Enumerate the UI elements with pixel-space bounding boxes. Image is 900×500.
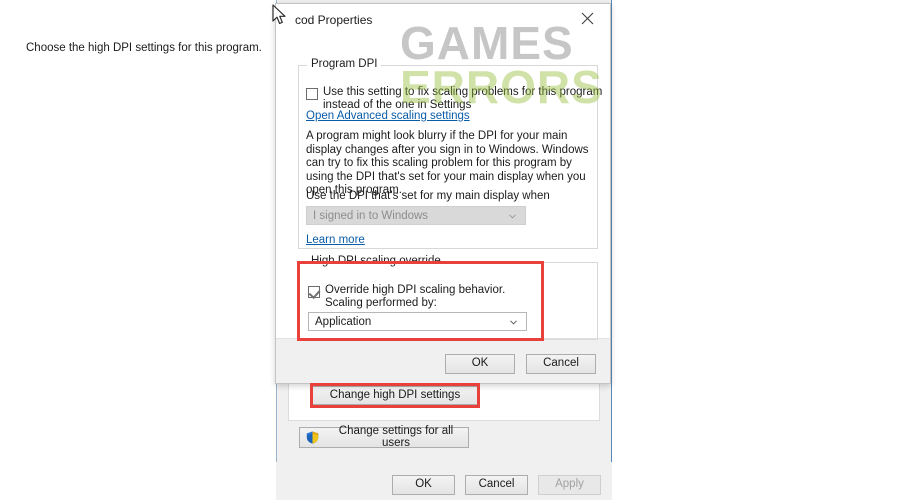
- scaling-performed-by-combo-value: Application: [315, 315, 372, 328]
- use-this-setting-label-line1: Use this setting to fix scaling problems…: [323, 86, 603, 98]
- change-high-dpi-settings-button[interactable]: Change high DPI settings: [312, 386, 478, 405]
- change-settings-for-all-users-label: Change settings for all users: [338, 425, 454, 449]
- background-apply-button: Apply: [538, 475, 601, 495]
- change-settings-for-all-users-button[interactable]: Change settings for all users: [299, 425, 469, 449]
- dialog-title: cod Properties: [295, 13, 373, 27]
- override-high-dpi-label: Override high DPI scaling behavior. Scal…: [325, 284, 505, 310]
- dialog-cancel-button[interactable]: Cancel: [526, 354, 596, 374]
- main-display-dpi-combo: I signed in to Windows: [306, 206, 526, 225]
- background-cancel-button[interactable]: Cancel: [465, 475, 528, 495]
- program-dpi-description: A program might look blurry if the DPI f…: [306, 130, 589, 196]
- chevron-down-icon: [510, 319, 517, 327]
- main-display-dpi-combo-value: I signed in to Windows: [313, 209, 429, 222]
- shield-icon: [306, 431, 319, 444]
- close-icon[interactable]: [565, 4, 610, 33]
- scaling-performed-by-combo[interactable]: Application: [308, 312, 527, 331]
- high-dpi-override-group-title: High DPI scaling override: [307, 255, 445, 267]
- dialog-titlebar[interactable]: cod Properties: [276, 4, 610, 35]
- open-advanced-scaling-settings-link[interactable]: Open Advanced scaling settings: [306, 110, 470, 122]
- use-this-setting-checkbox[interactable]: [306, 88, 318, 100]
- use-this-setting-label: Use this setting to fix scaling problems…: [323, 86, 602, 112]
- dialog-ok-button[interactable]: OK: [445, 354, 515, 374]
- background-ok-button[interactable]: OK: [392, 475, 455, 495]
- override-high-dpi-checkbox[interactable]: [308, 286, 320, 298]
- main-display-dpi-combo-label: Use the DPI that's set for my main displ…: [306, 190, 550, 202]
- override-high-dpi-label-line1: Override high DPI scaling behavior.: [325, 284, 506, 296]
- chevron-down-icon: [509, 213, 516, 221]
- close-icon-glyph: [581, 12, 594, 25]
- override-high-dpi-label-line2: Scaling performed by:: [325, 297, 437, 309]
- learn-more-link[interactable]: Learn more: [306, 234, 365, 246]
- dialog-intro-text: Choose the high DPI settings for this pr…: [26, 42, 262, 54]
- program-dpi-group-title: Program DPI: [307, 58, 382, 70]
